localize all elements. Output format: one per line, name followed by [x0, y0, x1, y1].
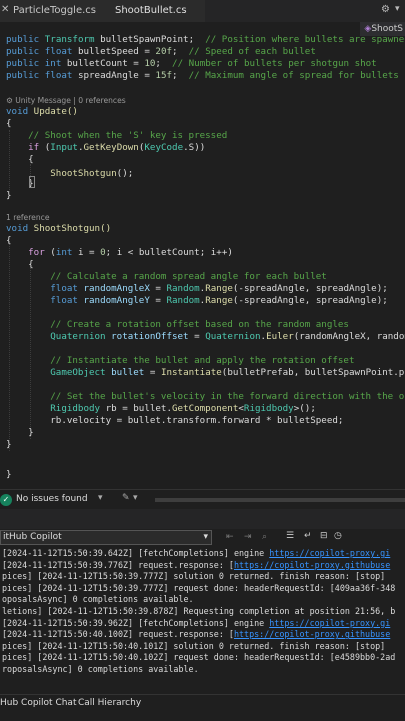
- output-pane[interactable]: [2024-11-12T15:50:39.642Z] [fetchComplet…: [0, 548, 405, 693]
- code-line: // Shoot when the 'S' key is pressed: [28, 130, 228, 141]
- output-line: [2024-11-12T15:50:39.962Z] [fetchComplet…: [2, 617, 391, 628]
- code-line: public Transform bulletSpawnPoint; // Po…: [6, 34, 405, 45]
- chevron-down-icon: ▾: [203, 532, 208, 542]
- clear-all-icon[interactable]: ☰: [286, 531, 294, 541]
- code-line: {: [6, 118, 12, 129]
- code-line: // Create a rotation offset based on the…: [50, 319, 349, 330]
- brush-icon[interactable]: ✎: [122, 493, 130, 503]
- panel-splitter[interactable]: [0, 509, 405, 529]
- editor-tab-bar: ✕ ParticleToggle.cs ShootBullet.cs ⚙ ▾: [0, 0, 405, 23]
- unity-icon: ⚙: [6, 96, 16, 105]
- code-line: {: [28, 154, 34, 165]
- word-wrap-icon[interactable]: ↵: [304, 531, 312, 541]
- code-line: // Instantiate the bullet and apply the …: [50, 355, 355, 366]
- output-line: pices] [2024-11-12T15:50:39.777Z] reques…: [2, 582, 396, 593]
- tab-particletoggle[interactable]: ParticleToggle.cs: [13, 0, 96, 22]
- editor-status-bar: ✓ No issues found ▾ ✎ ▾: [0, 489, 405, 510]
- chevron-down-icon[interactable]: ▾: [98, 493, 103, 503]
- prev-message-icon[interactable]: ⇤: [226, 532, 234, 542]
- code-line: {: [28, 259, 34, 270]
- output-line: [2024-11-12T15:50:39.642Z] [fetchComplet…: [2, 548, 391, 558]
- output-line: pices] [2024-11-12T15:50:39.777Z] soluti…: [2, 571, 386, 582]
- clock-icon[interactable]: ◷: [334, 531, 342, 541]
- tab-copilot-chat[interactable]: Hub Copilot Chat: [0, 698, 76, 708]
- code-line: public float bulletSpeed = 20f; // Speed…: [6, 46, 316, 57]
- code-line: }: [6, 469, 12, 480]
- tab-call-hierarchy[interactable]: Call Hierarchy: [78, 698, 141, 708]
- code-line: }: [6, 190, 12, 201]
- codelens-references[interactable]: 1 reference: [6, 212, 50, 223]
- code-line: Quaternion rotationOffset = Quaternion.E…: [50, 331, 405, 342]
- tab-shootbullet[interactable]: ShootBullet.cs: [115, 0, 187, 22]
- code-line: public float spreadAngle = 15f; // Maxim…: [6, 70, 399, 81]
- code-line: // Calculate a random spread angle for e…: [50, 271, 327, 282]
- code-editor[interactable]: public Transform bulletSpawnPoint; // Po…: [0, 34, 405, 489]
- horizontal-scrollbar[interactable]: [155, 498, 405, 502]
- output-source-label: itHub Copilot: [3, 532, 62, 542]
- output-line: pices] [2024-11-12T15:50:40.102Z] reques…: [2, 652, 396, 663]
- find-icon[interactable]: ⌕: [262, 532, 267, 542]
- code-line: Rigidbody rb = bullet.GetComponent<Rigid…: [50, 403, 316, 414]
- code-line: float randomAngleX = Random.Range(-sprea…: [50, 283, 388, 294]
- code-line: public int bulletCount = 10; // Number o…: [6, 58, 377, 69]
- output-line: [2024-11-12T15:50:39.776Z] request.respo…: [2, 559, 391, 570]
- output-line: [2024-11-12T15:50:40.100Z] request.respo…: [2, 629, 391, 640]
- url-link[interactable]: https://copilot-proxy.gi: [269, 618, 390, 628]
- code-line: // Set the bullet's velocity in the forw…: [50, 391, 405, 402]
- text-caret: [29, 176, 35, 188]
- close-icon[interactable]: ✕: [1, 4, 9, 15]
- tab-bar-empty: [205, 0, 405, 22]
- issues-status[interactable]: No issues found: [16, 494, 88, 504]
- chevron-down-icon[interactable]: ▾: [395, 4, 400, 14]
- output-source-dropdown[interactable]: itHub Copilot ▾: [0, 530, 212, 545]
- output-line: pices] [2024-11-12T15:50:40.101Z] soluti…: [2, 640, 386, 651]
- output-toolbar: itHub Copilot ▾ ⇤ ⇥ ⌕ ☰ ↵ ⊟ ◷: [0, 529, 405, 547]
- code-line: void ShootShotgun(): [6, 223, 112, 234]
- chevron-down-icon[interactable]: ▾: [133, 493, 138, 503]
- check-icon: ✓: [0, 494, 12, 506]
- code-line: for (int i = 0; i < bulletCount; i++): [28, 247, 233, 258]
- settings-icon[interactable]: ⚙: [381, 4, 390, 15]
- code-line: {: [6, 235, 12, 246]
- code-line: }: [6, 439, 12, 450]
- url-link[interactable]: https://copilot-proxy.gi: [269, 548, 390, 558]
- output-line: roposalsAsync] 0 completions available.: [2, 664, 199, 674]
- codelens-references[interactable]: ⚙ Unity Message | 0 references: [6, 95, 126, 106]
- tool-window-tabs: Hub Copilot Chat Call Hierarchy: [0, 694, 405, 721]
- url-link[interactable]: https://copilot-proxy.githubuse: [234, 629, 390, 639]
- next-message-icon[interactable]: ⇥: [244, 532, 252, 542]
- navigation-bar: [0, 22, 405, 34]
- code-line: void Update(): [6, 106, 78, 117]
- toggle-icon[interactable]: ⊟: [320, 531, 328, 541]
- output-line: oposalsAsync] 0 completions available.: [2, 594, 194, 605]
- code-line: rb.velocity = bullet.transform.forward *…: [50, 415, 344, 426]
- output-line: letions] [2024-11-12T15:50:39.878Z] Requ…: [2, 606, 396, 616]
- code-line: }: [28, 427, 34, 438]
- url-link[interactable]: https://copilot-proxy.githubuse: [234, 560, 390, 570]
- code-line: GameObject bullet = Instantiate(bulletPr…: [50, 367, 405, 378]
- member-dropdown-label: ShootS: [371, 24, 403, 34]
- code-line: if (Input.GetKeyDown(KeyCode.S)): [28, 142, 206, 153]
- code-line: float randomAngleY = Random.Range(-sprea…: [50, 295, 388, 306]
